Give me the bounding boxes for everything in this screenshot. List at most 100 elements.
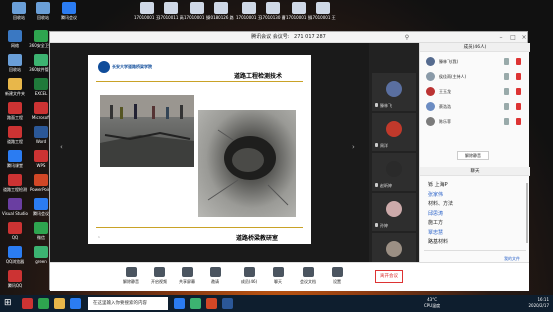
windows-start-icon[interactable]: ⊞ bbox=[4, 298, 15, 309]
toolbar-button[interactable]: 开启视频 bbox=[146, 267, 172, 285]
taskbar-app-icon[interactable] bbox=[206, 298, 217, 309]
mic-muted-icon[interactable] bbox=[516, 73, 521, 80]
pothole-photo bbox=[198, 110, 296, 217]
taskbar-app-icon[interactable] bbox=[70, 298, 81, 309]
desktop-icon-label: 新建文件夹 bbox=[5, 91, 25, 96]
desktop-icon[interactable]: 路面工程 bbox=[2, 102, 28, 120]
member-avatar bbox=[426, 117, 435, 126]
member-row[interactable]: 侯佳雨(主持人) bbox=[426, 70, 526, 84]
desktop-icon[interactable]: 回收站 bbox=[2, 54, 28, 72]
desktop-icon[interactable]: 道路工程 bbox=[2, 126, 28, 144]
mic-muted-icon[interactable] bbox=[516, 58, 521, 65]
slide-divider-top bbox=[96, 81, 303, 82]
desktop-icon[interactable]: 回收站 bbox=[6, 2, 32, 20]
arrow-left-icon[interactable]: ‹ bbox=[60, 143, 63, 151]
participant-name: 赵昕婷 bbox=[380, 183, 392, 188]
desktop-icon-label: 17010001 王... bbox=[310, 15, 336, 20]
camera-icon[interactable] bbox=[504, 88, 509, 95]
desktop-icon[interactable]: 17010001 王... bbox=[310, 2, 336, 20]
close-icon[interactable]: × bbox=[519, 32, 529, 43]
desktop-icon-label: 腾讯QQ bbox=[7, 283, 23, 288]
toolbar-icon bbox=[153, 267, 165, 277]
file-icon bbox=[164, 2, 178, 14]
toolbar-button[interactable]: 解除静音 bbox=[118, 267, 144, 285]
system-clock[interactable]: 16:11 2020/2/17 bbox=[528, 297, 549, 309]
member-name: 滕林飞(我) bbox=[439, 59, 459, 64]
toolbar-icon bbox=[125, 267, 137, 277]
taskbar-app-icon[interactable] bbox=[38, 298, 49, 309]
desktop-icon-label: 17010001 王... bbox=[236, 15, 262, 20]
mic-muted-icon[interactable] bbox=[516, 118, 521, 125]
desktop-icon[interactable]: 腾讯课堂 bbox=[2, 150, 28, 168]
slide-footer: 道路桥梁教研室 bbox=[236, 235, 279, 242]
taskbar-app-icon[interactable] bbox=[222, 298, 233, 309]
desktop-icon[interactable]: QQ浏览器 bbox=[2, 246, 28, 264]
desktop-icon[interactable]: 新建文件夹 bbox=[2, 78, 28, 96]
toolbar-label: 会议文档 bbox=[300, 279, 316, 284]
member-row[interactable]: 陈乐菲 bbox=[426, 115, 526, 129]
desktop-icon[interactable]: 网络 bbox=[2, 30, 28, 48]
desktop-icon[interactable]: 17010001 张杰... bbox=[184, 2, 210, 20]
app-icon bbox=[8, 222, 22, 234]
app-icon bbox=[8, 102, 22, 114]
toolbar-button[interactable]: 邀请 bbox=[202, 267, 228, 285]
minimize-icon[interactable]: – bbox=[496, 32, 506, 43]
participant-avatar bbox=[386, 201, 402, 217]
desktop-icon[interactable]: 腾讯会议 bbox=[56, 2, 82, 20]
app-icon bbox=[8, 174, 22, 186]
camera-icon[interactable] bbox=[504, 118, 509, 125]
member-row[interactable]: 滕林飞(我) bbox=[426, 55, 526, 69]
toolbar-button[interactable]: 成员(46) bbox=[236, 267, 262, 285]
video-tile[interactable]: 周洋 bbox=[372, 113, 416, 151]
member-row[interactable]: 王玉龙 bbox=[426, 85, 526, 99]
member-row[interactable]: 蔡浩浩 bbox=[426, 100, 526, 114]
desktop-icon[interactable]: 20180126 路面... bbox=[208, 2, 234, 20]
toolbar-label: 解除静音 bbox=[123, 279, 139, 284]
desktop-icon[interactable]: 17010001 王国... bbox=[134, 2, 160, 20]
desktop-icon[interactable]: 17010001 王... bbox=[236, 2, 262, 20]
app-icon bbox=[34, 198, 48, 210]
file-icon bbox=[266, 2, 280, 14]
camera-icon[interactable] bbox=[504, 73, 509, 80]
desktop-icon[interactable]: QQ bbox=[2, 222, 28, 240]
desktop-icon[interactable]: 道路工程检测 bbox=[2, 174, 28, 192]
leave-meeting-button[interactable]: 离开会议 bbox=[375, 270, 403, 283]
camera-icon[interactable] bbox=[504, 103, 509, 110]
desktop-icon[interactable]: 腾讯QQ bbox=[2, 270, 28, 288]
taskbar-app-icon[interactable] bbox=[174, 298, 185, 309]
unmute-all-button[interactable]: 解除静音 bbox=[457, 151, 489, 160]
toolbar-button[interactable]: 设置 bbox=[324, 267, 350, 285]
file-icon bbox=[140, 2, 154, 14]
desktop-icon[interactable]: 17010011 高远... bbox=[158, 2, 184, 20]
member-avatar bbox=[426, 72, 435, 81]
desktop-icon[interactable]: 17010001 张杰... bbox=[286, 2, 312, 20]
clock-date: 2020/2/17 bbox=[528, 303, 549, 308]
chat-sender: 覃忠慧 bbox=[428, 229, 444, 236]
taskbar-app-icon[interactable] bbox=[22, 298, 33, 309]
toolbar-button[interactable]: 会议文档 bbox=[295, 267, 321, 285]
video-tile[interactable]: 孙婷 bbox=[372, 193, 416, 231]
taskbar-app-icon[interactable] bbox=[54, 298, 65, 309]
meeting-id: 271 017 287 bbox=[294, 34, 326, 40]
maximize-icon[interactable]: □ bbox=[508, 32, 518, 43]
video-tile[interactable]: 滕林飞 bbox=[372, 73, 416, 111]
mic-muted-icon[interactable] bbox=[516, 88, 521, 95]
desktop-icon[interactable]: 17010130 曹... bbox=[260, 2, 286, 20]
toolbar-button[interactable]: 聊天 bbox=[265, 267, 291, 285]
desktop-icon[interactable]: 回收站 bbox=[30, 2, 56, 20]
video-tile[interactable]: 赵昕婷 bbox=[372, 153, 416, 191]
desktop-icon-label: 路面工程 bbox=[7, 115, 23, 120]
taskbar-app-icon[interactable] bbox=[190, 298, 201, 309]
mic-muted-icon[interactable] bbox=[516, 103, 521, 110]
toolbar-button[interactable]: 共享屏幕 bbox=[174, 267, 200, 285]
app-icon bbox=[34, 78, 48, 90]
pin-icon[interactable]: ⚲ bbox=[402, 32, 412, 43]
taskbar-search-input[interactable]: 在这里输入你要搜索的内容 bbox=[88, 297, 168, 310]
file-icon bbox=[242, 2, 256, 14]
app-icon bbox=[34, 102, 48, 114]
arrow-right-icon[interactable]: › bbox=[352, 143, 355, 151]
desktop-icon[interactable]: Visual Studio bbox=[2, 198, 28, 216]
slide-school-name: 长安大学道路桥梁学院 bbox=[112, 64, 152, 69]
chat-scrollbar[interactable] bbox=[526, 183, 528, 243]
camera-icon[interactable] bbox=[504, 58, 509, 65]
